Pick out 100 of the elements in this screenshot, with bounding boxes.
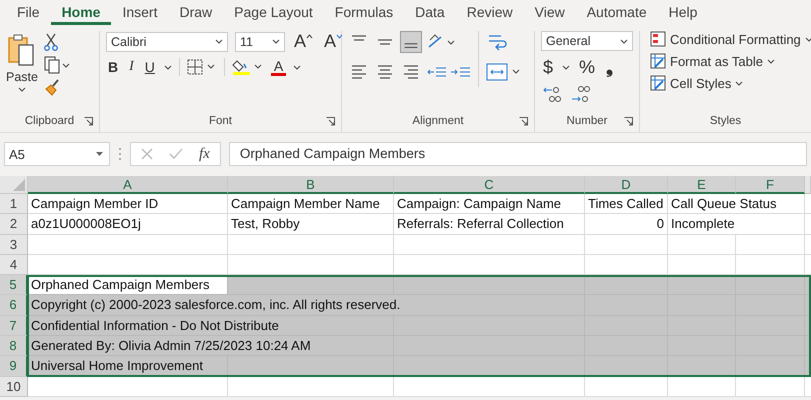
- column-header[interactable]: C: [394, 176, 585, 194]
- caret-icon: [96, 152, 103, 156]
- decrease-decimal-icon[interactable]: [570, 84, 592, 104]
- ribbon-tab[interactable]: Review: [456, 0, 524, 25]
- ribbon-tab[interactable]: Draw: [168, 0, 224, 25]
- formula-field[interactable]: Orphaned Campaign Members: [228, 142, 807, 166]
- copy-icon[interactable]: [44, 56, 70, 74]
- ribbon-tab[interactable]: Help: [658, 0, 708, 25]
- caret-up-icon: [306, 34, 314, 39]
- font-size-field[interactable]: 11: [235, 32, 285, 52]
- name-box[interactable]: A5: [4, 142, 110, 166]
- font-color-button[interactable]: A: [270, 58, 286, 76]
- percent-button[interactable]: %: [577, 57, 598, 78]
- caret-icon[interactable]: [293, 64, 302, 70]
- table-cell: [668, 234, 736, 255]
- row-header[interactable]: 9: [0, 356, 28, 377]
- ribbon-tab[interactable]: Formulas: [324, 0, 404, 25]
- ribbon-tab[interactable]: View: [524, 0, 576, 25]
- fill-color-icon[interactable]: [232, 58, 264, 76]
- ribbon-tab[interactable]: Insert: [111, 0, 168, 25]
- table-cell: Campaign: Campaign Name: [394, 194, 585, 214]
- table-cell: [736, 275, 805, 296]
- table-cell: [668, 376, 736, 397]
- table-cell: Generated By: Olivia Admin 7/25/2023 10:24 AM: [28, 336, 394, 356]
- ribbon-tab[interactable]: Home: [50, 0, 112, 25]
- ribbon-tab[interactable]: Automate: [576, 0, 658, 25]
- caret-icon[interactable]: [562, 65, 570, 70]
- column-header[interactable]: B: [228, 176, 394, 194]
- caret-down-icon: [336, 34, 344, 39]
- cell-styles-icon: [650, 75, 666, 91]
- styles-menu-button[interactable]: Cell Styles: [650, 75, 744, 91]
- table-cell: [736, 254, 805, 276]
- comma-style-button[interactable]: ❟: [604, 57, 616, 78]
- table-cell: Orphaned Campaign Members: [28, 275, 228, 296]
- grow-font-button[interactable]: A: [292, 31, 316, 52]
- caret-icon: [804, 36, 811, 42]
- row-header[interactable]: 7: [0, 316, 28, 336]
- column-header[interactable]: D: [585, 176, 668, 194]
- insert-function-button[interactable]: fx: [199, 146, 210, 162]
- bold-button[interactable]: B: [106, 59, 120, 75]
- triangle-icon: [13, 179, 25, 191]
- table-cell: [736, 376, 805, 397]
- dialog-launcher-icon[interactable]: [519, 117, 528, 126]
- ribbon-tab[interactable]: Data: [404, 0, 456, 25]
- table-cell: Incomplete: [668, 214, 805, 235]
- group-label: Alignment: [412, 115, 464, 127]
- table-cell: Campaign Member ID: [28, 194, 228, 214]
- table-cell: 0: [585, 214, 668, 235]
- scissors-icon[interactable]: [44, 33, 58, 51]
- caret-icon: [18, 87, 26, 92]
- caret-icon: [272, 39, 280, 44]
- borders-icon[interactable]: [186, 59, 217, 75]
- shrink-font-button[interactable]: A: [322, 31, 346, 52]
- column-header[interactable]: F: [736, 176, 805, 194]
- row-header[interactable]: 10: [0, 376, 28, 397]
- dialog-launcher-icon[interactable]: [624, 117, 633, 126]
- table-cell: [668, 254, 736, 276]
- row-header[interactable]: 2: [0, 214, 28, 235]
- table-cell: Call Queue Status: [668, 194, 805, 214]
- table-cell: a0z1U000008EO1j: [28, 214, 228, 235]
- group-label: Font: [208, 115, 232, 127]
- table-cell: Universal Home Improvement: [28, 356, 228, 377]
- paste-button[interactable]: Paste: [6, 31, 38, 92]
- number-format-field[interactable]: General: [541, 31, 633, 51]
- bottom-align-icon[interactable]: [400, 31, 422, 53]
- increase-decimal-icon[interactable]: [541, 84, 563, 104]
- row-header[interactable]: 6: [0, 295, 28, 316]
- currency-button[interactable]: $: [541, 57, 556, 78]
- table-cell: Copyright (c) 2000-2023 salesforce.com, inc. All rights reserved.: [28, 295, 585, 316]
- styles-menu-button[interactable]: Format as Table: [650, 53, 775, 69]
- group-label: Styles: [710, 115, 742, 127]
- row-header[interactable]: 1: [0, 194, 28, 214]
- caret-icon: [620, 38, 628, 44]
- table-format-icon: [650, 53, 666, 69]
- table-cell: [668, 275, 736, 296]
- row-header[interactable]: 8: [0, 336, 28, 356]
- ribbon-tab[interactable]: Page Layout: [223, 0, 324, 25]
- styles-menu-button[interactable]: Conditional Formatting: [650, 31, 811, 47]
- table-cell: [736, 234, 805, 255]
- caret-icon: [766, 58, 775, 64]
- dialog-launcher-icon[interactable]: [84, 117, 93, 126]
- table-cell: Referrals: Referral Collection: [394, 214, 585, 235]
- dialog-launcher-icon[interactable]: [326, 117, 335, 126]
- paintbrush-icon[interactable]: [44, 79, 60, 97]
- italic-button[interactable]: I: [127, 59, 136, 75]
- font-name-field[interactable]: Calibri: [106, 32, 228, 52]
- caret-icon: [735, 80, 744, 86]
- row-header[interactable]: 3: [0, 234, 28, 255]
- more-icon: [118, 147, 122, 161]
- table-cell: Confidential Information - Do Not Distribute: [28, 316, 394, 336]
- row-header[interactable]: 5: [0, 275, 28, 296]
- table-cell: Campaign Member Name: [228, 194, 394, 214]
- row-header[interactable]: 4: [0, 254, 28, 276]
- ribbon-tab[interactable]: File: [6, 0, 51, 25]
- table-cell: [668, 356, 736, 377]
- table-cell: Test, Robby: [228, 214, 394, 235]
- underline-button[interactable]: U: [142, 59, 157, 75]
- column-header[interactable]: A: [28, 176, 228, 194]
- column-header[interactable]: E: [668, 176, 736, 194]
- caret-icon[interactable]: [164, 64, 172, 70]
